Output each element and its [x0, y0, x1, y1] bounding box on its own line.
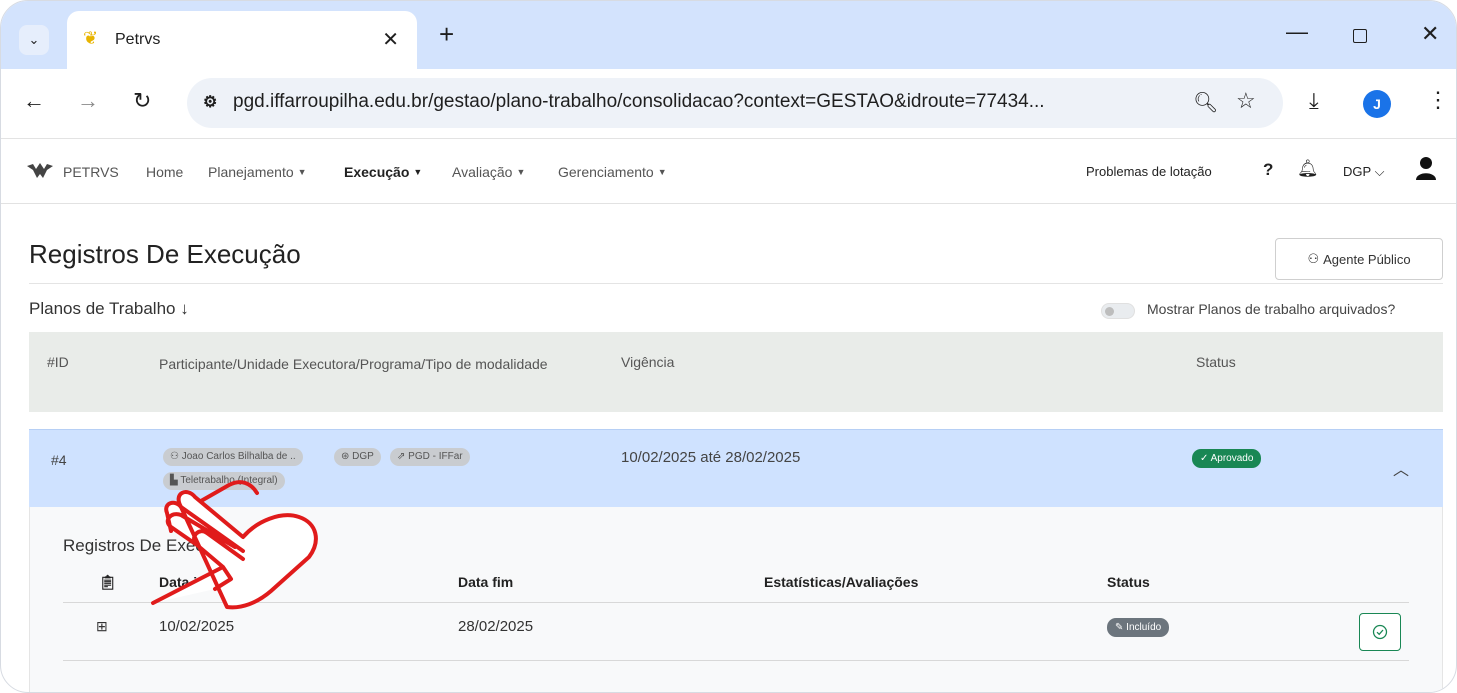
zoom-icon[interactable]: 🔍︎ — [1193, 90, 1218, 115]
menu-label: Home — [146, 164, 184, 180]
caret-down-icon: ▼ — [516, 167, 526, 177]
header-id: #ID — [47, 354, 69, 370]
button-label: Agente Público — [1323, 251, 1411, 267]
menu-avaliacao[interactable]: Avaliação ▼ — [452, 164, 525, 180]
bookmark-star-icon[interactable]: ☆ — [1236, 88, 1256, 114]
header-stats: Estatísticas/Avaliações — [764, 574, 919, 590]
divider — [29, 283, 1443, 284]
menu-planejamento[interactable]: Planejamento ▼ — [208, 164, 307, 180]
toggle-label: Mostrar Planos de trabalho arquivados? — [1147, 301, 1396, 317]
forward-arrow-icon[interactable]: → — [77, 89, 99, 113]
badge-text: Aprovado — [1210, 453, 1254, 464]
tab-bar: ⌄ ❦ Petrvs ✕ + — ✕ — [1, 1, 1456, 69]
agent-publico-button[interactable]: ⚇ Agente Público — [1275, 238, 1443, 280]
page-title: Registros De Execução — [29, 239, 301, 269]
tab-title: Petrvs — [115, 31, 161, 48]
header-end: Data fim — [458, 574, 514, 590]
more-menu-icon[interactable]: ⋮ — [1427, 87, 1449, 113]
toggle-knob — [1105, 307, 1114, 316]
help-icon[interactable]: ? — [1263, 160, 1273, 180]
unit-pill: ⊛ DGP — [334, 448, 381, 466]
users-icon: ⚇ — [170, 451, 179, 462]
site-settings-icon[interactable]: ⚙ — [203, 92, 225, 114]
badge-text: Incluído — [1126, 622, 1162, 633]
status-badge: ✎ Incluído — [1107, 618, 1170, 637]
url-text[interactable]: pgd.iffarroupilha.edu.br/gestao/plano-tr… — [233, 91, 1045, 113]
caret-down-icon: ▼ — [657, 167, 667, 177]
brand-name[interactable]: PETRVS — [63, 164, 119, 180]
program-pill: ⇗ PGD - IFFar — [390, 448, 470, 466]
pointing-hand-icon — [151, 480, 318, 610]
clipboard-icon[interactable]: 📋︎ — [99, 574, 117, 591]
browser-toolbar: ← → ↻ ⚙ pgd.iffarroupilha.edu.br/gestao/… — [1, 69, 1456, 139]
bell-icon[interactable]: 🔔︎ — [1297, 159, 1319, 179]
profile-avatar[interactable]: J — [1363, 90, 1391, 118]
new-tab-icon[interactable]: + — [439, 21, 454, 47]
caret-down-icon: ▼ — [297, 167, 307, 177]
divider — [63, 660, 1409, 661]
chart-icon: ⇗ — [397, 451, 406, 462]
petrvs-favicon-icon: ❦ — [83, 28, 99, 48]
problems-link[interactable]: Problemas de lotação — [1086, 164, 1212, 179]
download-icon[interactable]: ⤓ — [1309, 88, 1319, 114]
chevron-down-icon: ⌵ — [1374, 164, 1385, 179]
window-close-icon[interactable]: ✕ — [1421, 21, 1439, 47]
unit-label: DGP — [1343, 164, 1371, 179]
address-bar[interactable]: ⚙ pgd.iffarroupilha.edu.br/gestao/plano-… — [187, 78, 1283, 128]
close-icon[interactable]: ✕ — [382, 27, 399, 52]
petrvs-logo-icon — [27, 163, 53, 178]
unit-selector[interactable]: DGP ⌵ — [1343, 164, 1384, 180]
chevron-down-icon: ⌄ — [28, 32, 40, 47]
header-vigencia: Vigência — [621, 354, 675, 370]
participant-pill: ⚇ Joao Carlos Bilhalba de .. — [163, 448, 303, 466]
browser-window: ⌄ ❦ Petrvs ✕ + — ✕ ← → ↻ ⚙ pgd.iffarroup… — [0, 0, 1457, 693]
expand-row-icon[interactable]: ⊞ — [96, 618, 108, 635]
menu-label: Planejamento — [208, 164, 294, 180]
header-status: Status — [1107, 574, 1150, 590]
menu-label: Execução — [344, 164, 410, 180]
approve-button[interactable] — [1359, 613, 1401, 651]
browser-tab[interactable]: ❦ Petrvs ✕ — [67, 11, 417, 69]
menu-gerenciamento[interactable]: Gerenciamento ▼ — [558, 164, 667, 180]
check-circle-icon — [1372, 624, 1388, 640]
section-label[interactable]: Planos de Trabalho ↓ — [29, 299, 189, 319]
menu-home[interactable]: Home — [146, 164, 183, 180]
unit-icon: ⊛ — [341, 451, 350, 462]
pill-text: Joao Carlos Bilhalba de .. — [181, 451, 296, 462]
pill-text: DGP — [352, 451, 374, 462]
archived-toggle[interactable] — [1101, 303, 1135, 319]
maximize-icon[interactable] — [1353, 29, 1367, 43]
header-status: Status — [1196, 354, 1236, 370]
back-arrow-icon[interactable]: ← — [23, 89, 45, 113]
row-id: #4 — [51, 452, 67, 468]
check-icon: ✓ — [1200, 453, 1209, 464]
user-icon[interactable] — [1415, 156, 1437, 180]
cell-end: 28/02/2025 — [458, 618, 534, 635]
menu-label: Gerenciamento — [558, 164, 654, 180]
reload-icon[interactable]: ↻ — [133, 89, 151, 113]
profile-initial: J — [1373, 96, 1381, 112]
pill-text: PGD - IFFar — [408, 451, 463, 462]
row-vigencia: 10/02/2025 até 28/02/2025 — [621, 449, 801, 466]
users-icon: ⚇ — [1307, 251, 1320, 266]
edit-icon: ✎ — [1115, 622, 1124, 633]
table-header: #ID Participante/Unidade Executora/Progr… — [29, 332, 1443, 412]
caret-down-icon: ▼ — [413, 167, 423, 177]
tab-search-button[interactable]: ⌄ — [19, 25, 49, 55]
minimize-icon[interactable]: — — [1286, 19, 1308, 45]
menu-execucao[interactable]: Execução ▼ — [344, 164, 422, 180]
status-badge: ✓ Aprovado — [1192, 449, 1262, 468]
header-participant: Participante/Unidade Executora/Programa/… — [159, 356, 548, 372]
app-navbar: PETRVS Home Planejamento ▼ Execução ▼ Aval… — [1, 140, 1456, 204]
chevron-up-icon[interactable]: ︿ — [1393, 456, 1409, 480]
menu-label: Avaliação — [452, 164, 513, 180]
